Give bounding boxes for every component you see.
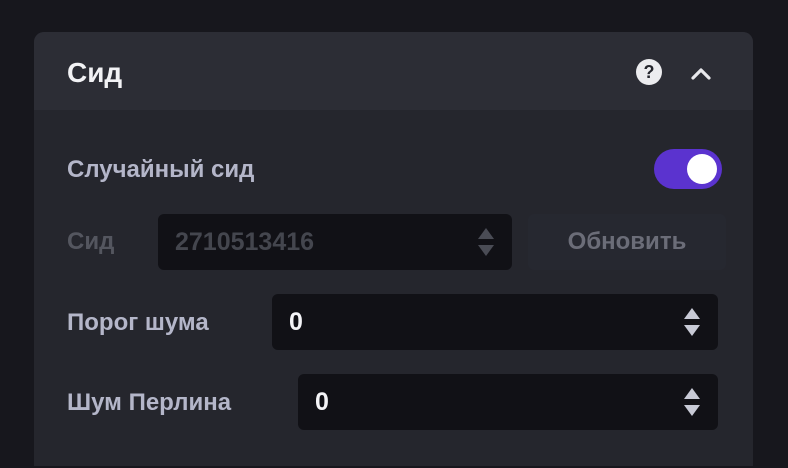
noise-threshold-stepper[interactable]	[682, 305, 702, 339]
panel-header[interactable]: Сид ?	[34, 32, 753, 110]
noise-threshold-input[interactable]: 0	[272, 294, 718, 350]
seed-input[interactable]: 2710513416	[158, 214, 512, 270]
help-icon[interactable]: ?	[636, 59, 662, 85]
seed-stepper[interactable]	[476, 225, 496, 259]
random-seed-toggle[interactable]	[654, 149, 722, 189]
perlin-noise-input[interactable]: 0	[298, 374, 718, 430]
perlin-noise-stepper[interactable]	[682, 385, 702, 419]
random-seed-label: Случайный сид	[67, 156, 255, 183]
panel-title: Сид	[67, 57, 123, 88]
seed-panel: Сид ? Случайный сид Сид 2710513416 Обнов…	[34, 32, 753, 466]
noise-threshold-value: 0	[289, 308, 303, 336]
seed-label: Сид	[67, 228, 115, 255]
chevron-up-icon[interactable]	[686, 60, 716, 86]
toggle-knob	[687, 154, 717, 184]
perlin-noise-label: Шум Перлина	[67, 389, 232, 416]
perlin-noise-value: 0	[315, 388, 329, 416]
refresh-button[interactable]: Обновить	[528, 214, 726, 270]
seed-value: 2710513416	[175, 228, 315, 256]
noise-threshold-label: Порог шума	[67, 309, 209, 336]
